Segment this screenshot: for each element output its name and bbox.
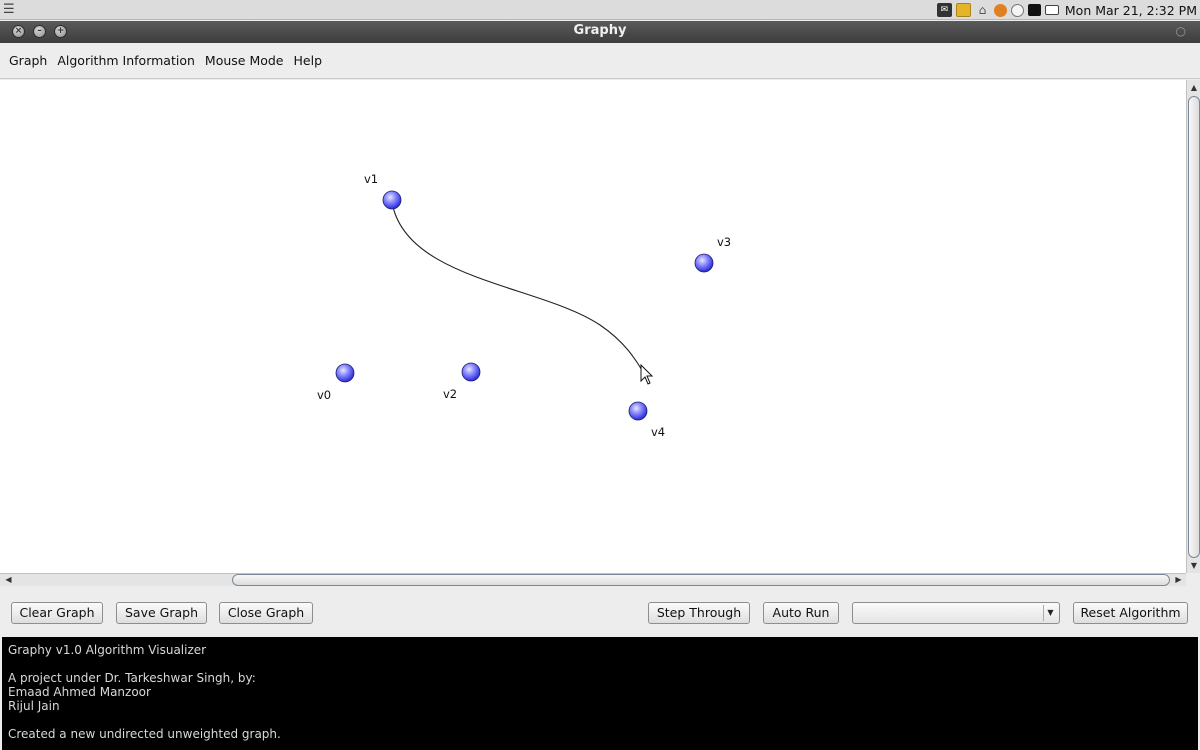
vertex-v2[interactable] [461,362,481,382]
chevron-down-icon[interactable]: ▼ [1043,605,1057,621]
console-line: Graphy v1.0 Algorithm Visualizer [8,643,207,657]
menu-mouse-mode[interactable]: Mouse Mode [200,53,289,68]
reset-algorithm-button[interactable]: Reset Algorithm [1073,602,1188,624]
menu-algorithm-information[interactable]: Algorithm Information [52,53,200,68]
vertex-label: v2 [443,387,458,401]
horizontal-scroll-thumb[interactable] [232,574,1170,586]
save-graph-button[interactable]: Save Graph [116,602,207,624]
network-icon[interactable]: ⌂ [975,3,990,17]
edge-line[interactable] [391,201,644,373]
menu-help[interactable]: Help [289,53,328,68]
close-graph-button[interactable]: Close Graph [219,602,313,624]
vertex-v0[interactable] [335,363,355,383]
vertex-v3[interactable] [694,253,714,273]
vertex-v4[interactable] [628,401,648,421]
vertical-scroll-thumb[interactable] [1188,96,1200,558]
algorithm-select[interactable]: ▼ [852,602,1060,624]
clear-graph-button[interactable]: Clear Graph [11,602,103,624]
update-icon[interactable] [993,3,1007,17]
window-titlebar[interactable]: × – + Graphy ○ [0,21,1200,43]
console-line: Emaad Ahmed Manzoor [8,685,151,699]
status-icon[interactable] [1010,3,1024,17]
scroll-down-icon[interactable]: ▼ [1187,559,1200,572]
vertex-v1[interactable] [382,190,402,210]
clock[interactable]: Mon Mar 21, 2:32 PM [1065,3,1197,18]
graph-drawing[interactable] [0,80,1186,573]
button-row: Clear Graph Save Graph Close Graph Step … [0,587,1200,636]
battery-icon[interactable] [1027,4,1041,16]
scroll-up-icon[interactable]: ▲ [1187,81,1200,94]
vertex-label: v1 [364,172,379,186]
console-line: Rijul Jain [8,699,60,713]
mail-icon[interactable]: ✉ [936,3,952,17]
console-line: A project under Dr. Tarkeshwar Singh, by… [8,671,256,685]
scroll-right-icon[interactable]: ▶ [1172,574,1185,587]
vertex-label: v0 [317,388,332,402]
horizontal-scrollbar[interactable]: ◀ ▶ [0,573,1186,586]
system-panel: ☰ ✉ ⌂ Mon Mar 21, 2:32 PM [0,0,1200,20]
vertex-label: v4 [651,425,666,439]
menu-graph[interactable]: Graph [4,53,52,68]
menu-icon[interactable]: ☰ [3,2,17,18]
folder-icon[interactable] [955,3,971,17]
system-tray: ✉ ⌂ Mon Mar 21, 2:32 PM [936,0,1200,20]
console-line: Created a new undirected unweighted grap… [8,727,281,741]
mouse-cursor-icon [640,363,654,385]
console-output: Graphy v1.0 Algorithm Visualizer A proje… [2,637,1198,750]
menu-bar: Graph Algorithm Information Mouse Mode H… [0,43,1200,79]
scroll-left-icon[interactable]: ◀ [2,574,15,587]
close-icon[interactable]: ○ [1176,24,1186,38]
graph-canvas[interactable]: v0 v1 v2 v3 v4 [0,80,1186,573]
step-through-button[interactable]: Step Through [648,602,750,624]
vertex-label: v3 [717,235,732,249]
auto-run-button[interactable]: Auto Run [763,602,839,624]
vertical-scrollbar[interactable]: ▲ ▼ [1186,80,1200,573]
window-title: Graphy [573,23,627,38]
keyboard-icon[interactable] [1044,5,1059,15]
